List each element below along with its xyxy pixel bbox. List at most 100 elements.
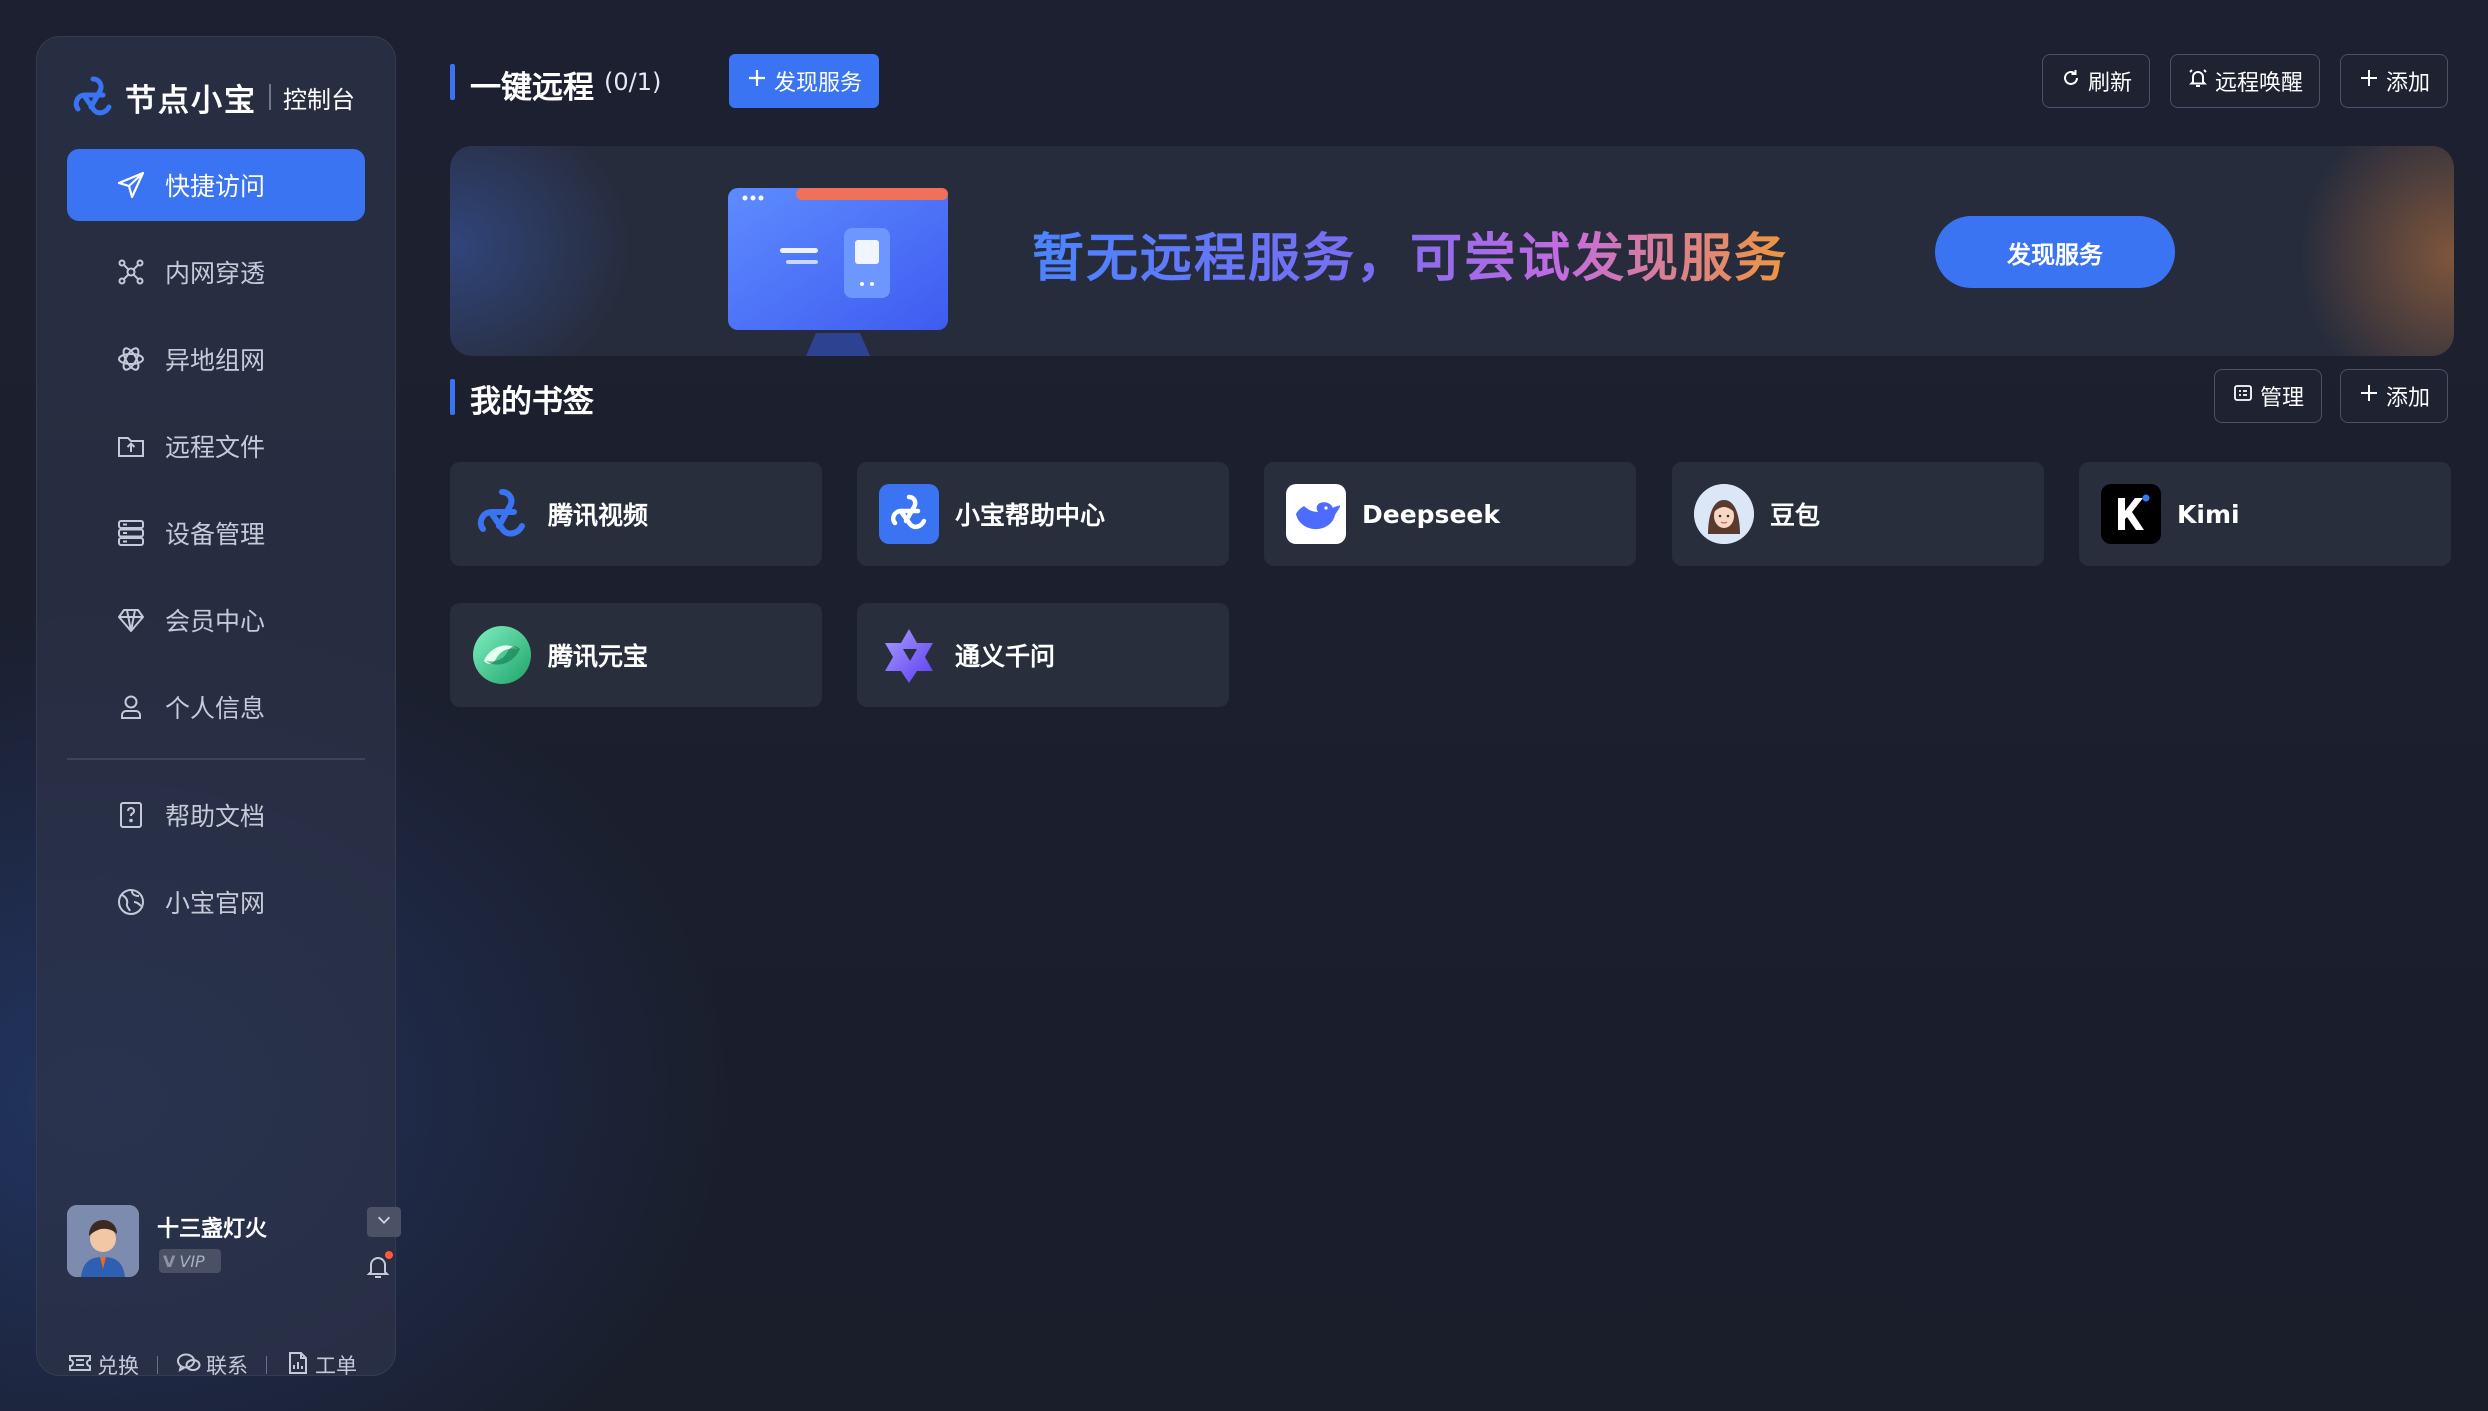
brand[interactable]: 节点小宝 控制台 <box>69 67 355 127</box>
contact-link[interactable]: 联系 <box>176 1350 248 1381</box>
kimi-logo-icon <box>2101 484 2161 544</box>
bookmark-kimi[interactable]: Kimi <box>2079 462 2451 566</box>
sidebar-item-personal-info[interactable]: 个人信息 <box>67 671 365 743</box>
sidebar: 节点小宝 控制台 快捷访问 内网穿透 异地组网 远程文件 设备管理 会员中心 个… <box>36 36 401 1378</box>
qwen-logo-icon <box>879 625 939 685</box>
tencent-video-logo-icon <box>472 484 532 544</box>
plus-icon <box>2358 382 2386 410</box>
redeem-label: 兑换 <box>97 1354 139 1378</box>
ticket-label: 工单 <box>315 1354 357 1378</box>
bookmark-xiaobao-help[interactable]: 小宝帮助中心 <box>857 462 1229 566</box>
bookmark-tencent-video[interactable]: 腾讯视频 <box>450 462 822 566</box>
bookmarks-section-title: 我的书签 <box>470 384 594 420</box>
refresh-label: 刷新 <box>2087 71 2132 96</box>
plus-icon <box>746 67 774 95</box>
manage-icon <box>2232 382 2260 410</box>
remote-wake-button[interactable]: 远程唤醒 <box>2170 54 2320 108</box>
user-profile: 十三盏灯火 V VIP <box>67 1205 401 1285</box>
remote-section-title: 一键远程 <box>470 70 594 106</box>
vip-label: VIP <box>179 1251 205 1271</box>
user-name: 十三盏灯火 <box>157 1217 268 1242</box>
server-icon <box>115 517 147 549</box>
sidebar-item-label: 会员中心 <box>165 607 266 636</box>
empty-state-banner: 暂无远程服务，可尝试发现服务 发现服务 <box>450 146 2454 356</box>
sidebar-item-quick-access[interactable]: 快捷访问 <box>67 149 365 221</box>
bell-icon <box>363 1257 393 1285</box>
brand-name: 节点小宝 <box>125 82 257 119</box>
sidebar-item-label: 异地组网 <box>165 346 266 375</box>
sidebar-item-intranet-penetration[interactable]: 内网穿透 <box>67 236 365 308</box>
remote-count: (0/1) <box>604 68 662 96</box>
work-order-icon <box>285 1350 315 1381</box>
manage-label: 管理 <box>2259 386 2304 411</box>
ticket-link[interactable]: 工单 <box>285 1350 357 1381</box>
footer-divider <box>266 1356 267 1374</box>
avatar[interactable] <box>67 1205 139 1277</box>
add-bookmark-label: 添加 <box>2385 386 2430 411</box>
brand-divider <box>269 84 271 110</box>
footer-divider <box>157 1356 158 1374</box>
website-icon <box>115 886 147 918</box>
yuanbao-logo-icon <box>472 625 532 685</box>
redeem-link[interactable]: 兑换 <box>67 1350 139 1381</box>
folder-upload-icon <box>115 430 147 462</box>
bookmark-label: Kimi <box>2177 499 2240 529</box>
brand-subtitle: 控制台 <box>283 85 355 114</box>
banner-discover-button[interactable]: 发现服务 <box>1935 216 2175 288</box>
add-remote-button[interactable]: 添加 <box>2340 54 2448 108</box>
refresh-icon <box>2060 67 2088 95</box>
doubao-logo-icon <box>1694 484 1754 544</box>
plus-icon <box>2358 67 2386 95</box>
notification-dot <box>385 1251 393 1259</box>
sidebar-item-remote-files[interactable]: 远程文件 <box>67 410 365 482</box>
sidebar-item-member-center[interactable]: 会员中心 <box>67 584 365 656</box>
sidebar-nav: 快捷访问 内网穿透 异地组网 远程文件 设备管理 会员中心 个人信息 帮助文档 … <box>67 149 365 953</box>
sidebar-item-label: 设备管理 <box>165 520 266 549</box>
bookmark-tongyi-qianwen[interactable]: 通义千问 <box>857 603 1229 707</box>
network-nodes-icon <box>115 256 147 288</box>
paper-plane-icon <box>115 169 147 201</box>
notification-bell[interactable] <box>363 1251 393 1281</box>
bookmark-label: 腾讯元宝 <box>548 642 649 671</box>
bookmarks-section-marker <box>450 379 455 415</box>
sidebar-item-help-docs[interactable]: 帮助文档 <box>67 779 365 851</box>
add-remote-label: 添加 <box>2385 71 2430 96</box>
atom-icon <box>115 343 147 375</box>
brand-logo-icon <box>69 73 117 121</box>
alarm-bell-icon <box>2187 67 2215 95</box>
remote-wake-label: 远程唤醒 <box>2214 71 2303 96</box>
add-bookmark-button[interactable]: 添加 <box>2340 369 2448 423</box>
sidebar-item-label: 快捷访问 <box>165 172 266 201</box>
empty-state-message: 暂无远程服务，可尝试发现服务 <box>1032 216 1788 291</box>
bookmark-label: 小宝帮助中心 <box>955 501 1106 530</box>
manage-bookmarks-button[interactable]: 管理 <box>2214 369 2322 423</box>
deepseek-logo-icon <box>1286 484 1346 544</box>
user-menu-dropdown[interactable] <box>367 1207 401 1237</box>
user-icon <box>115 691 147 723</box>
diamond-icon <box>115 604 147 636</box>
bookmark-deepseek[interactable]: Deepseek <box>1264 462 1636 566</box>
sidebar-item-official-site[interactable]: 小宝官网 <box>67 866 365 938</box>
sidebar-item-label: 远程文件 <box>165 433 266 462</box>
bookmark-doubao[interactable]: 豆包 <box>1672 462 2044 566</box>
wechat-icon <box>176 1350 206 1381</box>
vip-chevron-icon: V <box>163 1251 176 1271</box>
sidebar-footer: 兑换 联系 工单 <box>67 1349 377 1381</box>
sidebar-item-label: 个人信息 <box>165 694 266 723</box>
sidebar-item-remote-networking[interactable]: 异地组网 <box>67 323 365 395</box>
bookmark-label: Deepseek <box>1362 499 1500 529</box>
sidebar-item-label: 帮助文档 <box>165 802 266 831</box>
sidebar-item-label: 内网穿透 <box>165 259 266 288</box>
vip-badge: V VIP <box>159 1249 221 1273</box>
empty-state-illustration <box>726 188 950 356</box>
bookmark-tencent-yuanbao[interactable]: 腾讯元宝 <box>450 603 822 707</box>
sidebar-item-label: 小宝官网 <box>165 889 266 918</box>
sidebar-divider <box>67 758 365 760</box>
discover-service-button[interactable]: 发现服务 <box>729 54 879 108</box>
refresh-button[interactable]: 刷新 <box>2042 54 2150 108</box>
ticket-icon <box>67 1350 97 1381</box>
sidebar-item-device-management[interactable]: 设备管理 <box>67 497 365 569</box>
bookmark-label: 腾讯视频 <box>548 501 649 530</box>
contact-label: 联系 <box>206 1354 248 1378</box>
xiaobao-help-logo-icon <box>879 484 939 544</box>
